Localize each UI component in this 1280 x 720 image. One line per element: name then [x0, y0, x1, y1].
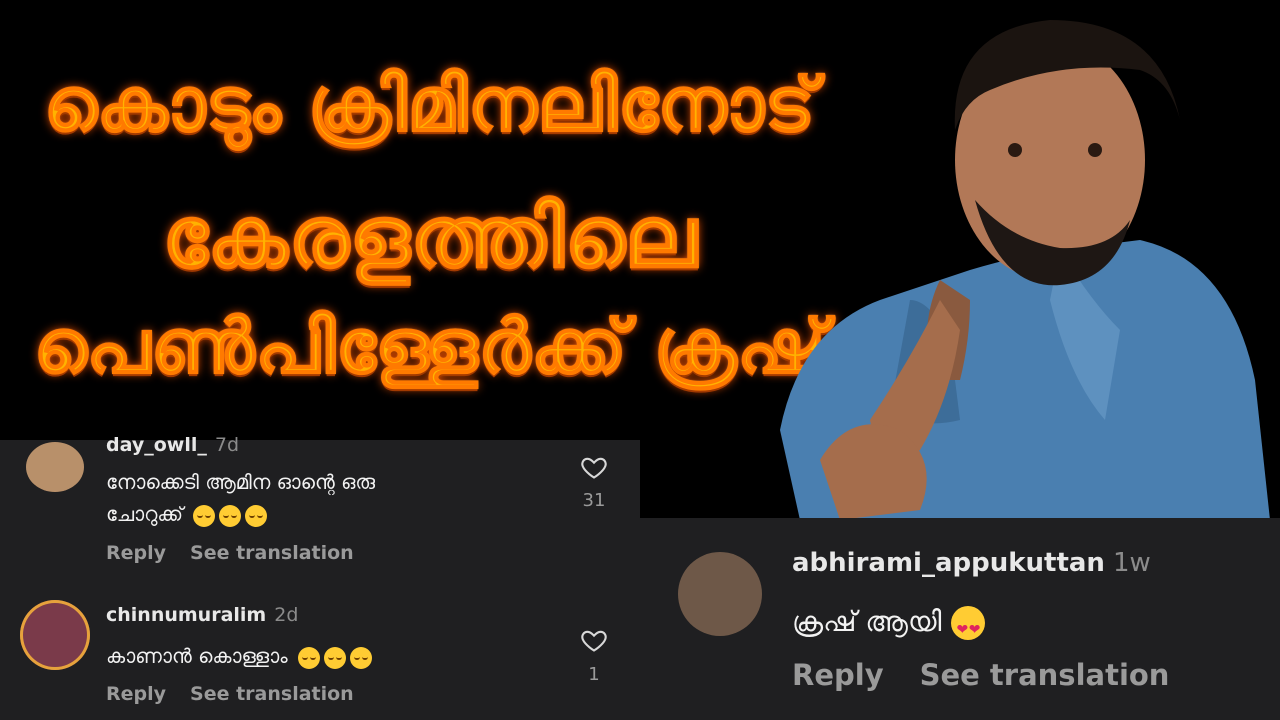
headline-line-1: കൊടും ക്രിമിനലിനോട് [43, 61, 816, 149]
avatar[interactable] [20, 600, 90, 670]
heart-outline-icon[interactable] [580, 453, 608, 481]
comment-time: 1w [1112, 548, 1151, 578]
like-count: 1 [588, 664, 600, 685]
relieved-face-emoji [219, 504, 242, 527]
comment-author[interactable]: abhirami_appukuttan 1w [792, 548, 1151, 578]
see-translation-button[interactable]: See translation [920, 658, 1170, 692]
username[interactable]: chinnumuralim [106, 604, 266, 626]
relieved-face-emoji [245, 504, 268, 527]
reply-button[interactable]: Reply [106, 542, 166, 564]
relieved-face-emoji [298, 646, 320, 669]
comment-text: ക്രഷ് ആയി [792, 602, 986, 650]
see-translation-button[interactable]: See translation [190, 683, 354, 705]
reply-button[interactable]: Reply [106, 683, 166, 705]
like-count: 31 [582, 490, 606, 511]
comment-text: നോക്കെടി ആമിന ഓന്റെ ഒരു ചോറുക്ക് [106, 466, 375, 530]
comment-author[interactable]: day_owll_ 7d [106, 434, 239, 456]
relieved-face-emoji [350, 646, 372, 669]
comment-author[interactable]: chinnumuralim 2d [106, 604, 298, 626]
headline-line-3: പെൺപിള്ളേർക്ക് ക്രഷ് [33, 303, 827, 391]
username[interactable]: abhirami_appukuttan [792, 548, 1105, 578]
comment-text-part: ചോറുക്ക് [106, 502, 184, 526]
comment-text-line: ചോറുക്ക് [106, 498, 375, 530]
comment-text-line: നോക്കെടി ആമിന ഓന്റെ ഒരു [106, 470, 376, 494]
heart-eyes-emoji [951, 606, 986, 650]
comment-text: കാണാൻ കൊള്ളാം [106, 640, 372, 672]
comment-time: 7d [214, 434, 240, 456]
headline-line-2: കേരളത്തിലെ [161, 187, 698, 287]
man-thumbnail-image [780, 20, 1270, 520]
relieved-face-emoji [324, 646, 346, 669]
comment-actions: Reply See translation [106, 542, 378, 564]
comment-text-part: കാണാൻ കൊള്ളാം [106, 644, 288, 668]
comments-panel-right: abhirami_appukuttan1w ക്രഷ് ആയി Reply See… [640, 518, 1280, 720]
see-translation-button[interactable]: See translation [190, 542, 354, 564]
comment-time: 2d [274, 604, 299, 626]
avatar[interactable] [678, 552, 762, 636]
comments-panel-left: day_owll_ 7d നോക്കെടി ആമിന ഓന്റെ ഒരു ചോറു… [0, 434, 640, 720]
relieved-face-emoji [193, 504, 216, 527]
reply-button[interactable]: Reply [792, 658, 884, 692]
username[interactable]: day_owll_ [106, 434, 207, 456]
comment-text-part: ക്രഷ് ആയി [792, 605, 942, 638]
comment-actions: Reply See translation [106, 683, 378, 705]
comment-actions: Reply See translation [792, 658, 1193, 692]
avatar[interactable] [26, 442, 84, 492]
heart-outline-icon[interactable] [580, 626, 608, 654]
